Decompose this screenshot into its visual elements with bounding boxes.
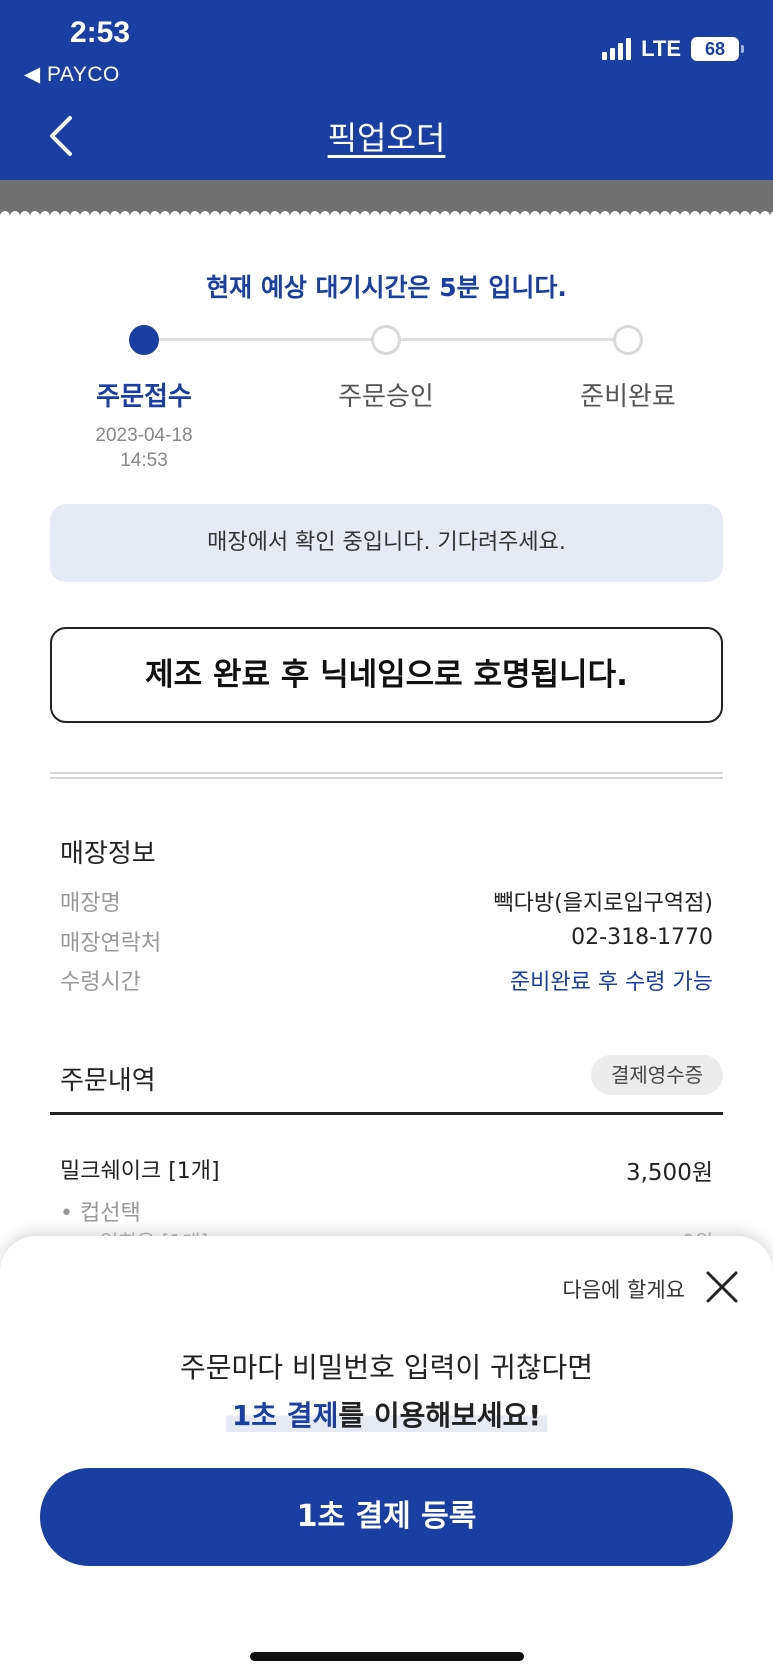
wait-time-message: 현재 예상 대기시간은 5분 입니다. xyxy=(206,273,567,302)
app-header: 2:53 ◀ PAYCO LTE 68 픽업오더 xyxy=(0,0,773,180)
pickup-time-value: 준비완료 후 수령 가능 xyxy=(509,970,713,995)
promo-bottom-sheet: 다음에 할게요 주문마다 비밀번호 입력이 귀찮다면 1초 결제를 이용해보세요… xyxy=(0,1236,773,1673)
promo-highlight: 1초 결제 xyxy=(231,1399,339,1432)
signal-icon xyxy=(602,38,632,60)
order-divider xyxy=(50,1112,723,1115)
pickup-time-label: 수령시간 xyxy=(60,970,141,995)
home-indicator[interactable] xyxy=(250,1652,524,1661)
receipt-button[interactable]: 결제영수증 xyxy=(591,1055,723,1095)
step-dot-approved xyxy=(371,325,401,355)
order-item-name: 밀크쉐이크 [1개] xyxy=(60,1159,220,1184)
dismiss-later-link[interactable]: 다음에 할게요 xyxy=(562,1274,685,1304)
status-time: 2:53 xyxy=(70,16,131,49)
section-divider xyxy=(50,772,723,779)
promo-line-2: 1초 결제를 이용해보세요! xyxy=(0,1394,773,1434)
step-dot-ready xyxy=(613,325,643,355)
order-details-title: 주문내역 xyxy=(60,1066,156,1096)
step-label-received: 주문접수 xyxy=(96,382,192,412)
step-label-approved: 주문승인 xyxy=(338,382,434,412)
status-indicators: LTE 68 xyxy=(602,36,744,62)
option-group-label: 컵선택 xyxy=(79,1201,141,1226)
store-phone-value[interactable]: 02-318-1770 xyxy=(571,925,713,950)
store-info-title: 매장정보 xyxy=(60,839,156,869)
promo-line-2-rest: 를 이용해보세요! xyxy=(338,1399,542,1432)
ticket-edge xyxy=(0,206,773,216)
battery-icon: 68 xyxy=(691,37,744,61)
back-to-app-link[interactable]: ◀ PAYCO xyxy=(24,62,120,87)
step-label-ready: 준비완료 xyxy=(580,382,676,412)
store-phone-label: 매장연락처 xyxy=(60,931,162,956)
page-title: 픽업오더 xyxy=(327,119,446,157)
store-name-value: 빽다방(을지로입구역점) xyxy=(493,891,713,916)
step-date: 2023-04-18 xyxy=(95,425,193,446)
option-group: • 컵선택 xyxy=(60,1201,141,1226)
promo-line-1: 주문마다 비밀번호 입력이 귀찮다면 xyxy=(179,1351,594,1384)
nickname-callout: 제조 완료 후 닉네임으로 호명됩니다. xyxy=(50,627,723,723)
register-quick-pay-button[interactable]: 1초 결제 등록 xyxy=(40,1468,733,1566)
status-notice: 매장에서 확인 중입니다. 기다려주세요. xyxy=(50,504,723,582)
store-name-label: 매장명 xyxy=(60,891,121,916)
close-icon[interactable] xyxy=(705,1270,739,1304)
network-type: LTE xyxy=(641,36,681,61)
step-time: 14:53 xyxy=(120,450,168,471)
order-item-price: 3,500원 xyxy=(625,1160,713,1186)
step-dot-received xyxy=(129,325,159,355)
